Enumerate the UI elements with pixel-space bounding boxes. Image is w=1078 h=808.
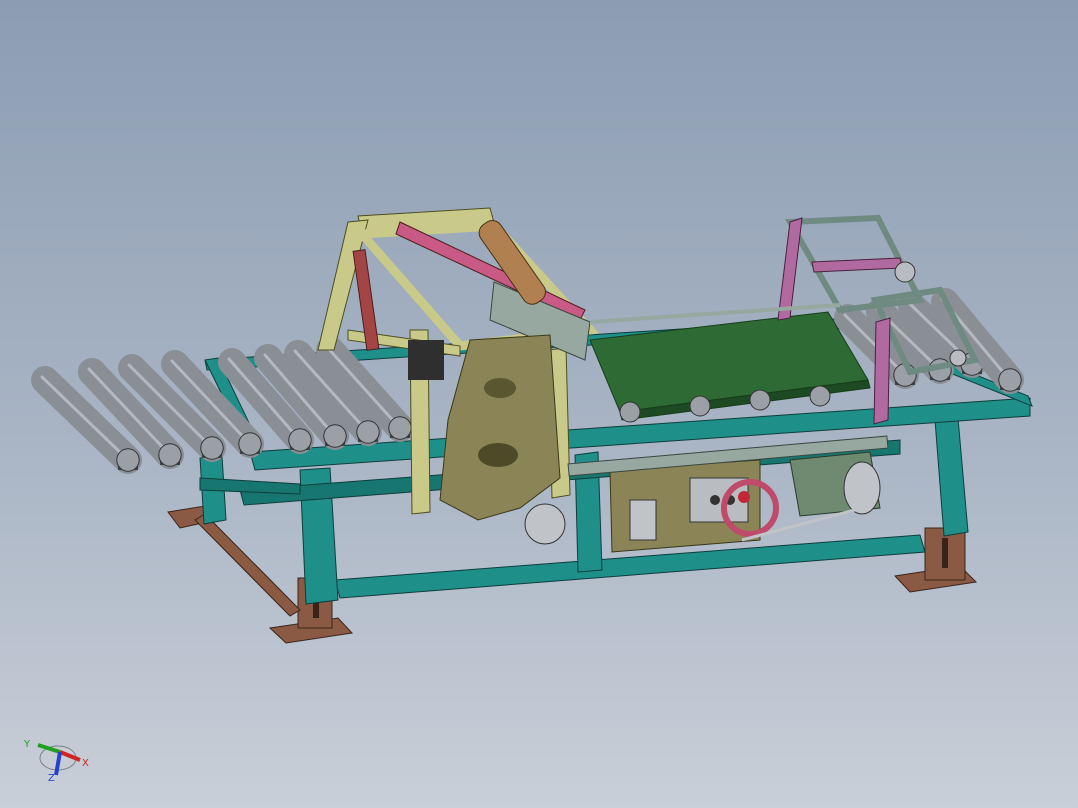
belt-roller-1 (619, 401, 641, 423)
belt-roller-4 (809, 385, 831, 407)
disc-wheel (524, 503, 566, 545)
cutting-head (439, 334, 566, 545)
diagonal-brace-left (194, 513, 301, 617)
cad-viewport[interactable]: X Y Z (0, 0, 1078, 808)
belt-roller-2 (689, 395, 711, 417)
arm-purple-2 (873, 317, 891, 425)
machine-model[interactable]: X Y Z (0, 0, 1078, 808)
y-axis-label: Y (23, 739, 31, 750)
roller-conveyor-right (834, 288, 1024, 394)
coordinate-triad: X Y Z (23, 739, 89, 784)
z-axis-label: Z (48, 773, 55, 784)
leg-right (934, 417, 969, 537)
head-housing (439, 334, 561, 521)
arm-purple-1 (777, 217, 803, 321)
belt-roller-3 (749, 389, 771, 411)
belt-conveyor (589, 311, 871, 423)
x-axis-label: X (82, 758, 89, 769)
